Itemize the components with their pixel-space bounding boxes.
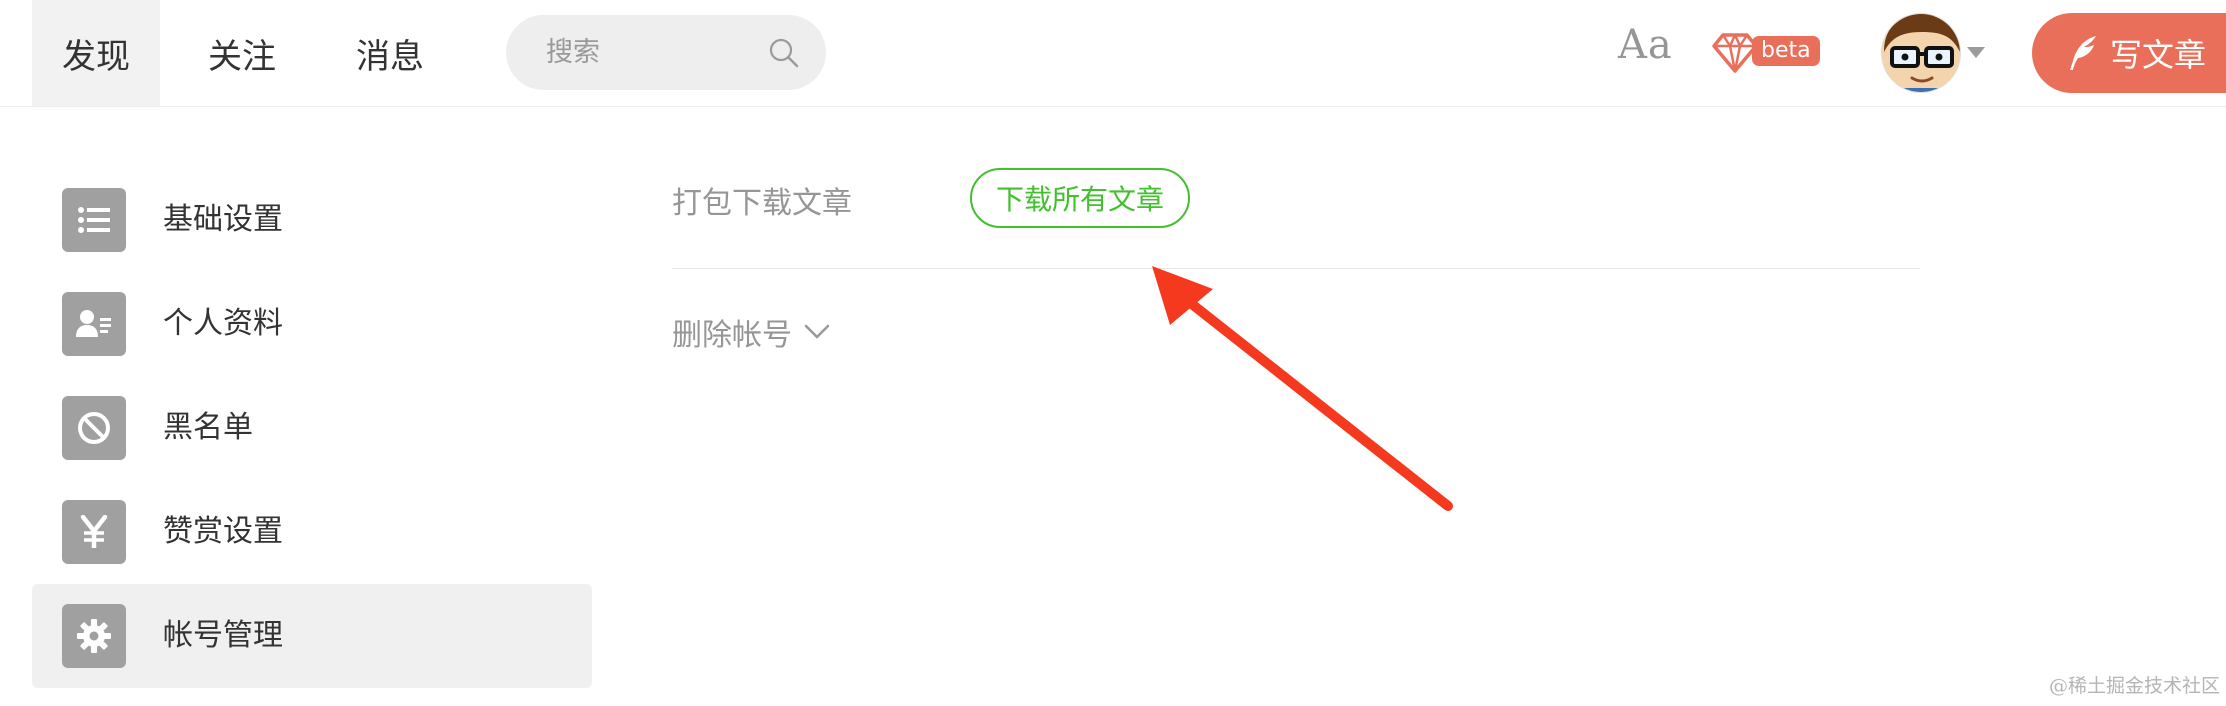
tab-messages[interactable]: 消息 — [326, 0, 454, 106]
sidebar-item-profile[interactable]: 个人资料 — [32, 272, 592, 376]
search-input[interactable] — [546, 15, 766, 90]
download-all-articles-button[interactable]: 下载所有文章 — [970, 168, 1190, 228]
watermark: @稀土掘金技术社区 — [2048, 675, 2220, 697]
beta-badge: beta — [1752, 36, 1820, 66]
yen-icon — [62, 500, 126, 564]
avatar[interactable] — [1881, 13, 1961, 93]
font-size-toggle[interactable]: Aa — [1618, 22, 1673, 68]
tab-discover[interactable]: 发现 — [32, 0, 160, 106]
tab-follow[interactable]: 关注 — [178, 0, 306, 106]
profile-card-icon — [62, 292, 126, 356]
search-box — [506, 15, 826, 90]
block-icon — [62, 396, 126, 460]
beta-feature[interactable]: beta — [1710, 30, 1820, 74]
gear-icon — [62, 604, 126, 668]
write-article-label: 写文章 — [2110, 36, 2207, 74]
delete-account-label: 删除帐号 — [672, 318, 792, 353]
sidebar-item-account-management[interactable]: 帐号管理 — [32, 584, 592, 688]
write-article-button[interactable]: 写文章 — [2032, 13, 2226, 93]
list-icon — [62, 188, 126, 252]
chevron-down-icon — [804, 324, 830, 339]
sidebar-item-reward-settings[interactable]: 赞赏设置 — [32, 480, 592, 584]
sidebar-item-label: 赞赏设置 — [163, 514, 283, 549]
avatar-image — [1882, 14, 1960, 92]
delete-account-toggle[interactable]: 删除帐号 — [672, 310, 830, 354]
sidebar-item-label: 个人资料 — [163, 306, 283, 341]
top-navbar: 发现 关注 消息 Aa beta — [0, 0, 2226, 107]
sidebar-item-basic-settings[interactable]: 基础设置 — [32, 168, 592, 272]
sidebar-item-label: 黑名单 — [163, 410, 253, 445]
divider — [672, 268, 1920, 269]
search-icon[interactable] — [768, 37, 800, 69]
download-articles-label: 打包下载文章 — [672, 186, 852, 221]
caret-down-icon[interactable] — [1967, 47, 1985, 59]
sidebar-item-label: 基础设置 — [163, 202, 283, 237]
sidebar-item-blacklist[interactable]: 黑名单 — [32, 376, 592, 480]
quill-icon — [2070, 36, 2096, 70]
sidebar-item-label: 帐号管理 — [163, 618, 283, 653]
